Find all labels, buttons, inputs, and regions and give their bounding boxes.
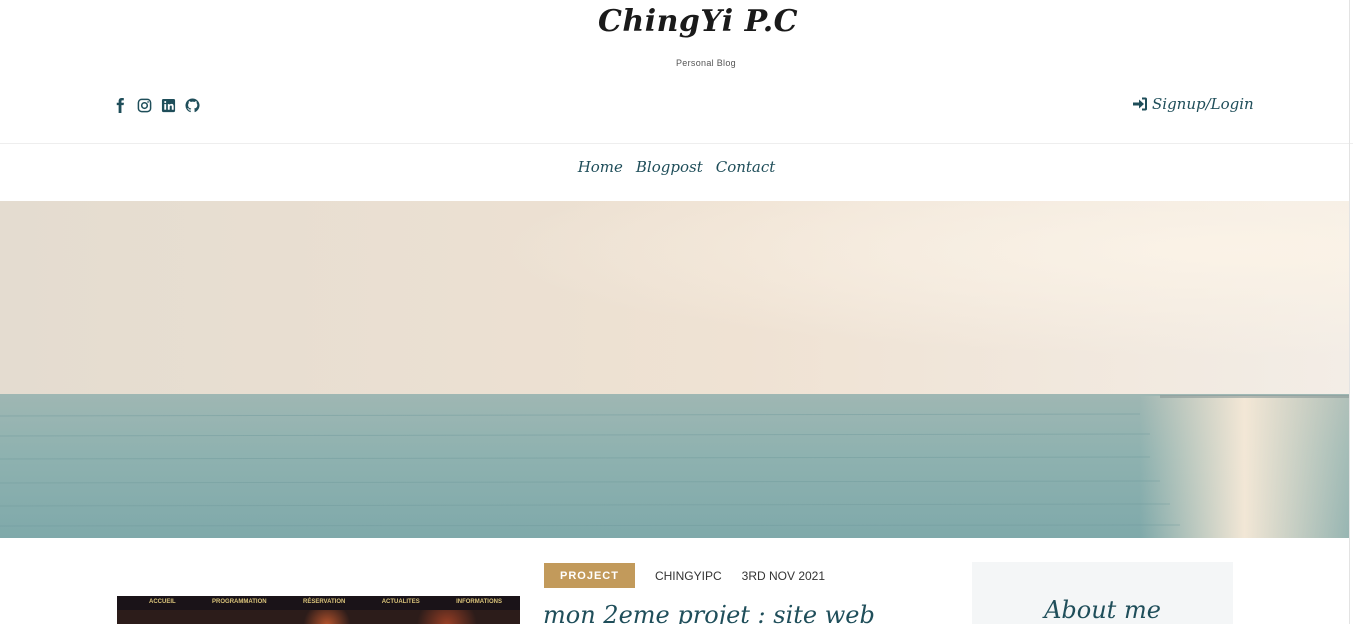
- hero-banner: [0, 201, 1349, 538]
- thumbnail-nav-item: INFORMATIONS: [456, 599, 502, 605]
- nav-item-blogpost[interactable]: Blogpost: [636, 158, 703, 176]
- signup-login-label: Signup/Login: [1152, 95, 1254, 113]
- post-date: 3RD NOV 2021: [741, 568, 826, 583]
- thumbnail-nav-bar: ACCUEIL PROGRAMMATION RÉSERVATION ACTUAL…: [117, 596, 520, 610]
- thumbnail-nav-item: ACCUEIL: [149, 599, 176, 605]
- post-author[interactable]: CHINGYIPC: [655, 569, 722, 583]
- post-title[interactable]: mon 2eme projet : site web: [543, 601, 875, 624]
- post-thumbnail[interactable]: ACCUEIL PROGRAMMATION RÉSERVATION ACTUAL…: [117, 596, 520, 624]
- hero-sea-image: [0, 201, 1349, 538]
- thumbnail-light: [407, 610, 487, 624]
- site-tagline: Personal Blog: [676, 58, 736, 68]
- instagram-icon[interactable]: [137, 96, 152, 114]
- window-edge: [1349, 0, 1350, 624]
- sign-in-icon: [1132, 96, 1148, 112]
- post-meta: PROJECT CHINGYIPC 3RD NOV 2021: [544, 563, 825, 588]
- linkedin-icon[interactable]: [161, 96, 176, 114]
- header-divider: [0, 143, 1353, 144]
- main-nav: Home Blogpost Contact: [0, 158, 1353, 176]
- social-links: [113, 96, 200, 114]
- github-icon[interactable]: [185, 96, 200, 114]
- thumbnail-nav-item: ACTUALITES: [381, 599, 420, 605]
- sidebar-about: About me: [972, 562, 1233, 624]
- signup-login-link[interactable]: Signup/Login: [1132, 95, 1254, 113]
- site-header: ChingYi P.C Personal Blog: [0, 0, 1353, 80]
- nav-item-contact[interactable]: Contact: [716, 158, 776, 176]
- thumbnail-nav-item: RÉSERVATION: [302, 599, 346, 605]
- nav-item-home[interactable]: Home: [578, 158, 623, 176]
- site-title[interactable]: ChingYi P.C: [598, 4, 798, 39]
- about-title: About me: [1044, 596, 1161, 624]
- thumbnail-nav-item: PROGRAMMATION: [212, 599, 267, 605]
- thumbnail-light: [297, 610, 357, 624]
- facebook-icon[interactable]: [113, 96, 128, 114]
- category-badge[interactable]: PROJECT: [544, 563, 635, 588]
